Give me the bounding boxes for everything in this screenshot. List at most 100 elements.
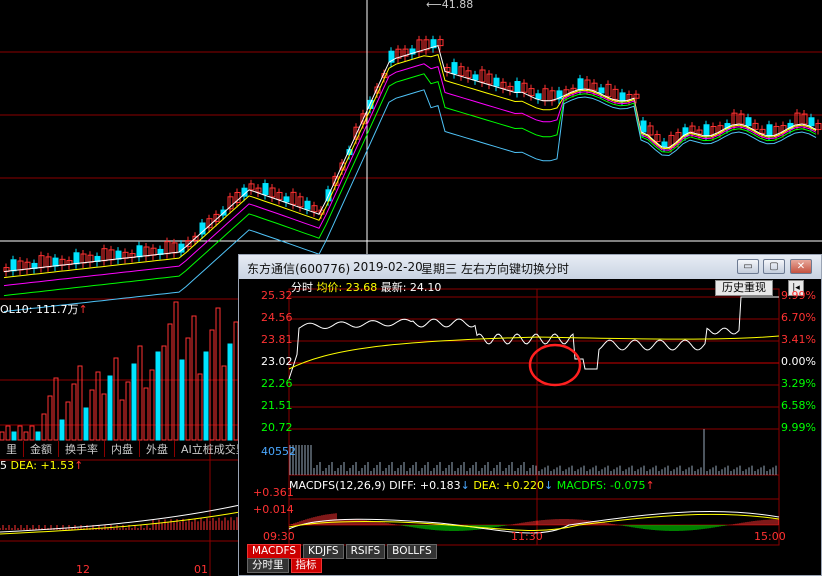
volume-bar xyxy=(65,401,71,441)
close-icon: ✕ xyxy=(796,261,806,272)
column-header[interactable]: 金额 xyxy=(24,441,59,457)
volume-bar xyxy=(209,329,215,441)
intraday-legend: 分时 均价: 23.68 最新: 24.10 xyxy=(291,281,442,294)
candle-body xyxy=(577,78,584,91)
percent-label: 3.29% xyxy=(781,377,816,390)
window-title-date: 2019-02-20 xyxy=(353,260,423,274)
volume-bar xyxy=(89,389,95,441)
tab-intraday-volume[interactable]: 分时里 xyxy=(247,558,289,573)
price-label: 22.26 xyxy=(261,377,293,390)
percent-label: 3.41% xyxy=(781,333,816,346)
axis-label-12: 12 xyxy=(76,563,90,576)
price-label: 23.02 xyxy=(261,355,293,368)
volume-scale-label: 40552 xyxy=(261,445,296,458)
macd-level-low: +0.014 xyxy=(253,503,294,516)
time-label-close: 15:00 xyxy=(754,530,786,543)
percent-label: 6.58% xyxy=(781,399,816,412)
percent-label: 6.70% xyxy=(781,311,816,324)
window-title-stock: 东方通信(600776) xyxy=(247,262,351,276)
price-label: 25.32 xyxy=(261,289,293,302)
volume-ma-label: OL10: 111.7万↑ xyxy=(0,303,88,316)
price-line xyxy=(288,296,779,380)
window-title-weekday: 星期三 xyxy=(421,262,458,276)
price-label: 23.81 xyxy=(261,333,293,346)
volume-bar xyxy=(119,399,125,441)
price-label: 20.72 xyxy=(261,421,293,434)
window-title-hint: 左右方向键切换分时 xyxy=(461,262,570,276)
bottom-tabs: 分时里 指标 xyxy=(247,558,324,573)
volume-bar xyxy=(125,381,131,441)
candle-body xyxy=(283,196,290,203)
volume-bar xyxy=(179,359,185,441)
candle-body xyxy=(745,117,752,127)
candle-body xyxy=(262,183,269,196)
window-titlebar[interactable]: 东方通信(600776) 2019-02-20 星期三 左右方向键切换分时 ▭ … xyxy=(239,255,821,279)
volume-bar xyxy=(59,419,65,441)
candle-body xyxy=(451,62,458,75)
candle-body xyxy=(52,257,59,267)
tab-bollfs[interactable]: BOLLFS xyxy=(387,544,437,559)
volume-bar xyxy=(11,431,17,441)
candle-body xyxy=(808,117,815,127)
volume-bar xyxy=(113,357,119,441)
candle-body xyxy=(661,141,668,148)
candle-body xyxy=(136,245,143,258)
time-label-open: 09:30 xyxy=(263,530,295,543)
column-header[interactable]: 内盘 xyxy=(105,441,140,457)
tab-macdfs[interactable]: MACDFS xyxy=(247,544,301,559)
volume-bar xyxy=(227,343,233,441)
candle-body xyxy=(115,250,122,260)
maximize-icon: ▢ xyxy=(769,261,779,272)
minimize-button[interactable]: ▭ xyxy=(737,259,759,274)
close-button[interactable]: ✕ xyxy=(790,259,812,274)
volume-bar xyxy=(143,387,149,441)
percent-label: 0.00% xyxy=(781,355,816,368)
intraday-window[interactable]: 东方通信(600776) 2019-02-20 星期三 左右方向键切换分时 ▭ … xyxy=(238,254,822,576)
volume-bar xyxy=(101,393,107,441)
dea-label: 5 DEA: +1.53↑ xyxy=(0,459,84,472)
time-label-noon: 11:30 xyxy=(511,530,543,543)
macd-level-high: +0.361 xyxy=(253,486,294,499)
minimize-icon: ▭ xyxy=(743,261,753,272)
candle-body xyxy=(598,87,605,94)
tab-kdjfs[interactable]: KDJFS xyxy=(303,544,344,559)
volume-bar xyxy=(77,365,83,441)
percent-label: 9.99% xyxy=(781,421,816,434)
percent-label: 9.99% xyxy=(781,289,816,302)
column-header[interactable]: 外盘 xyxy=(140,441,175,457)
candle-body xyxy=(472,74,479,81)
volume-bar xyxy=(221,365,227,441)
intraday-frame xyxy=(288,288,780,546)
volume-bar xyxy=(23,431,29,441)
volume-bar xyxy=(5,425,11,441)
candle-body xyxy=(535,93,542,100)
volume-bar xyxy=(161,345,167,441)
moving-average-line xyxy=(3,53,817,279)
candle-body xyxy=(514,81,521,93)
candle-body xyxy=(304,200,311,210)
volume-bar xyxy=(215,307,221,441)
tab-rsifs[interactable]: RSIFS xyxy=(345,544,386,559)
tab-indicator[interactable]: 指标 xyxy=(290,558,322,573)
axis-label-01: 01 xyxy=(194,563,208,576)
volume-bar xyxy=(137,345,143,441)
candle-body xyxy=(10,259,17,272)
maximize-button[interactable]: ▢ xyxy=(763,259,785,274)
volume-bar xyxy=(47,395,53,441)
volume-bar xyxy=(203,351,209,441)
volume-bar xyxy=(53,377,59,441)
volume-bar xyxy=(95,371,101,441)
volume-bar xyxy=(173,301,179,441)
history-replay-button[interactable]: 历史重现 xyxy=(715,280,773,296)
volume-bar xyxy=(41,413,47,441)
volume-bar xyxy=(71,383,77,441)
peak-price-label: ⟵41.88 xyxy=(426,0,474,11)
candle-body xyxy=(619,92,626,102)
volume-bar xyxy=(29,425,35,441)
column-header[interactable]: 换手率 xyxy=(59,441,105,457)
volume-bar xyxy=(0,431,5,441)
volume-bar xyxy=(107,375,113,441)
volume-bar xyxy=(197,373,203,441)
column-header[interactable]: 里 xyxy=(0,441,24,457)
column-header-row: 里金额换手率内盘外盘AI立桩成交里盘 xyxy=(0,441,278,457)
